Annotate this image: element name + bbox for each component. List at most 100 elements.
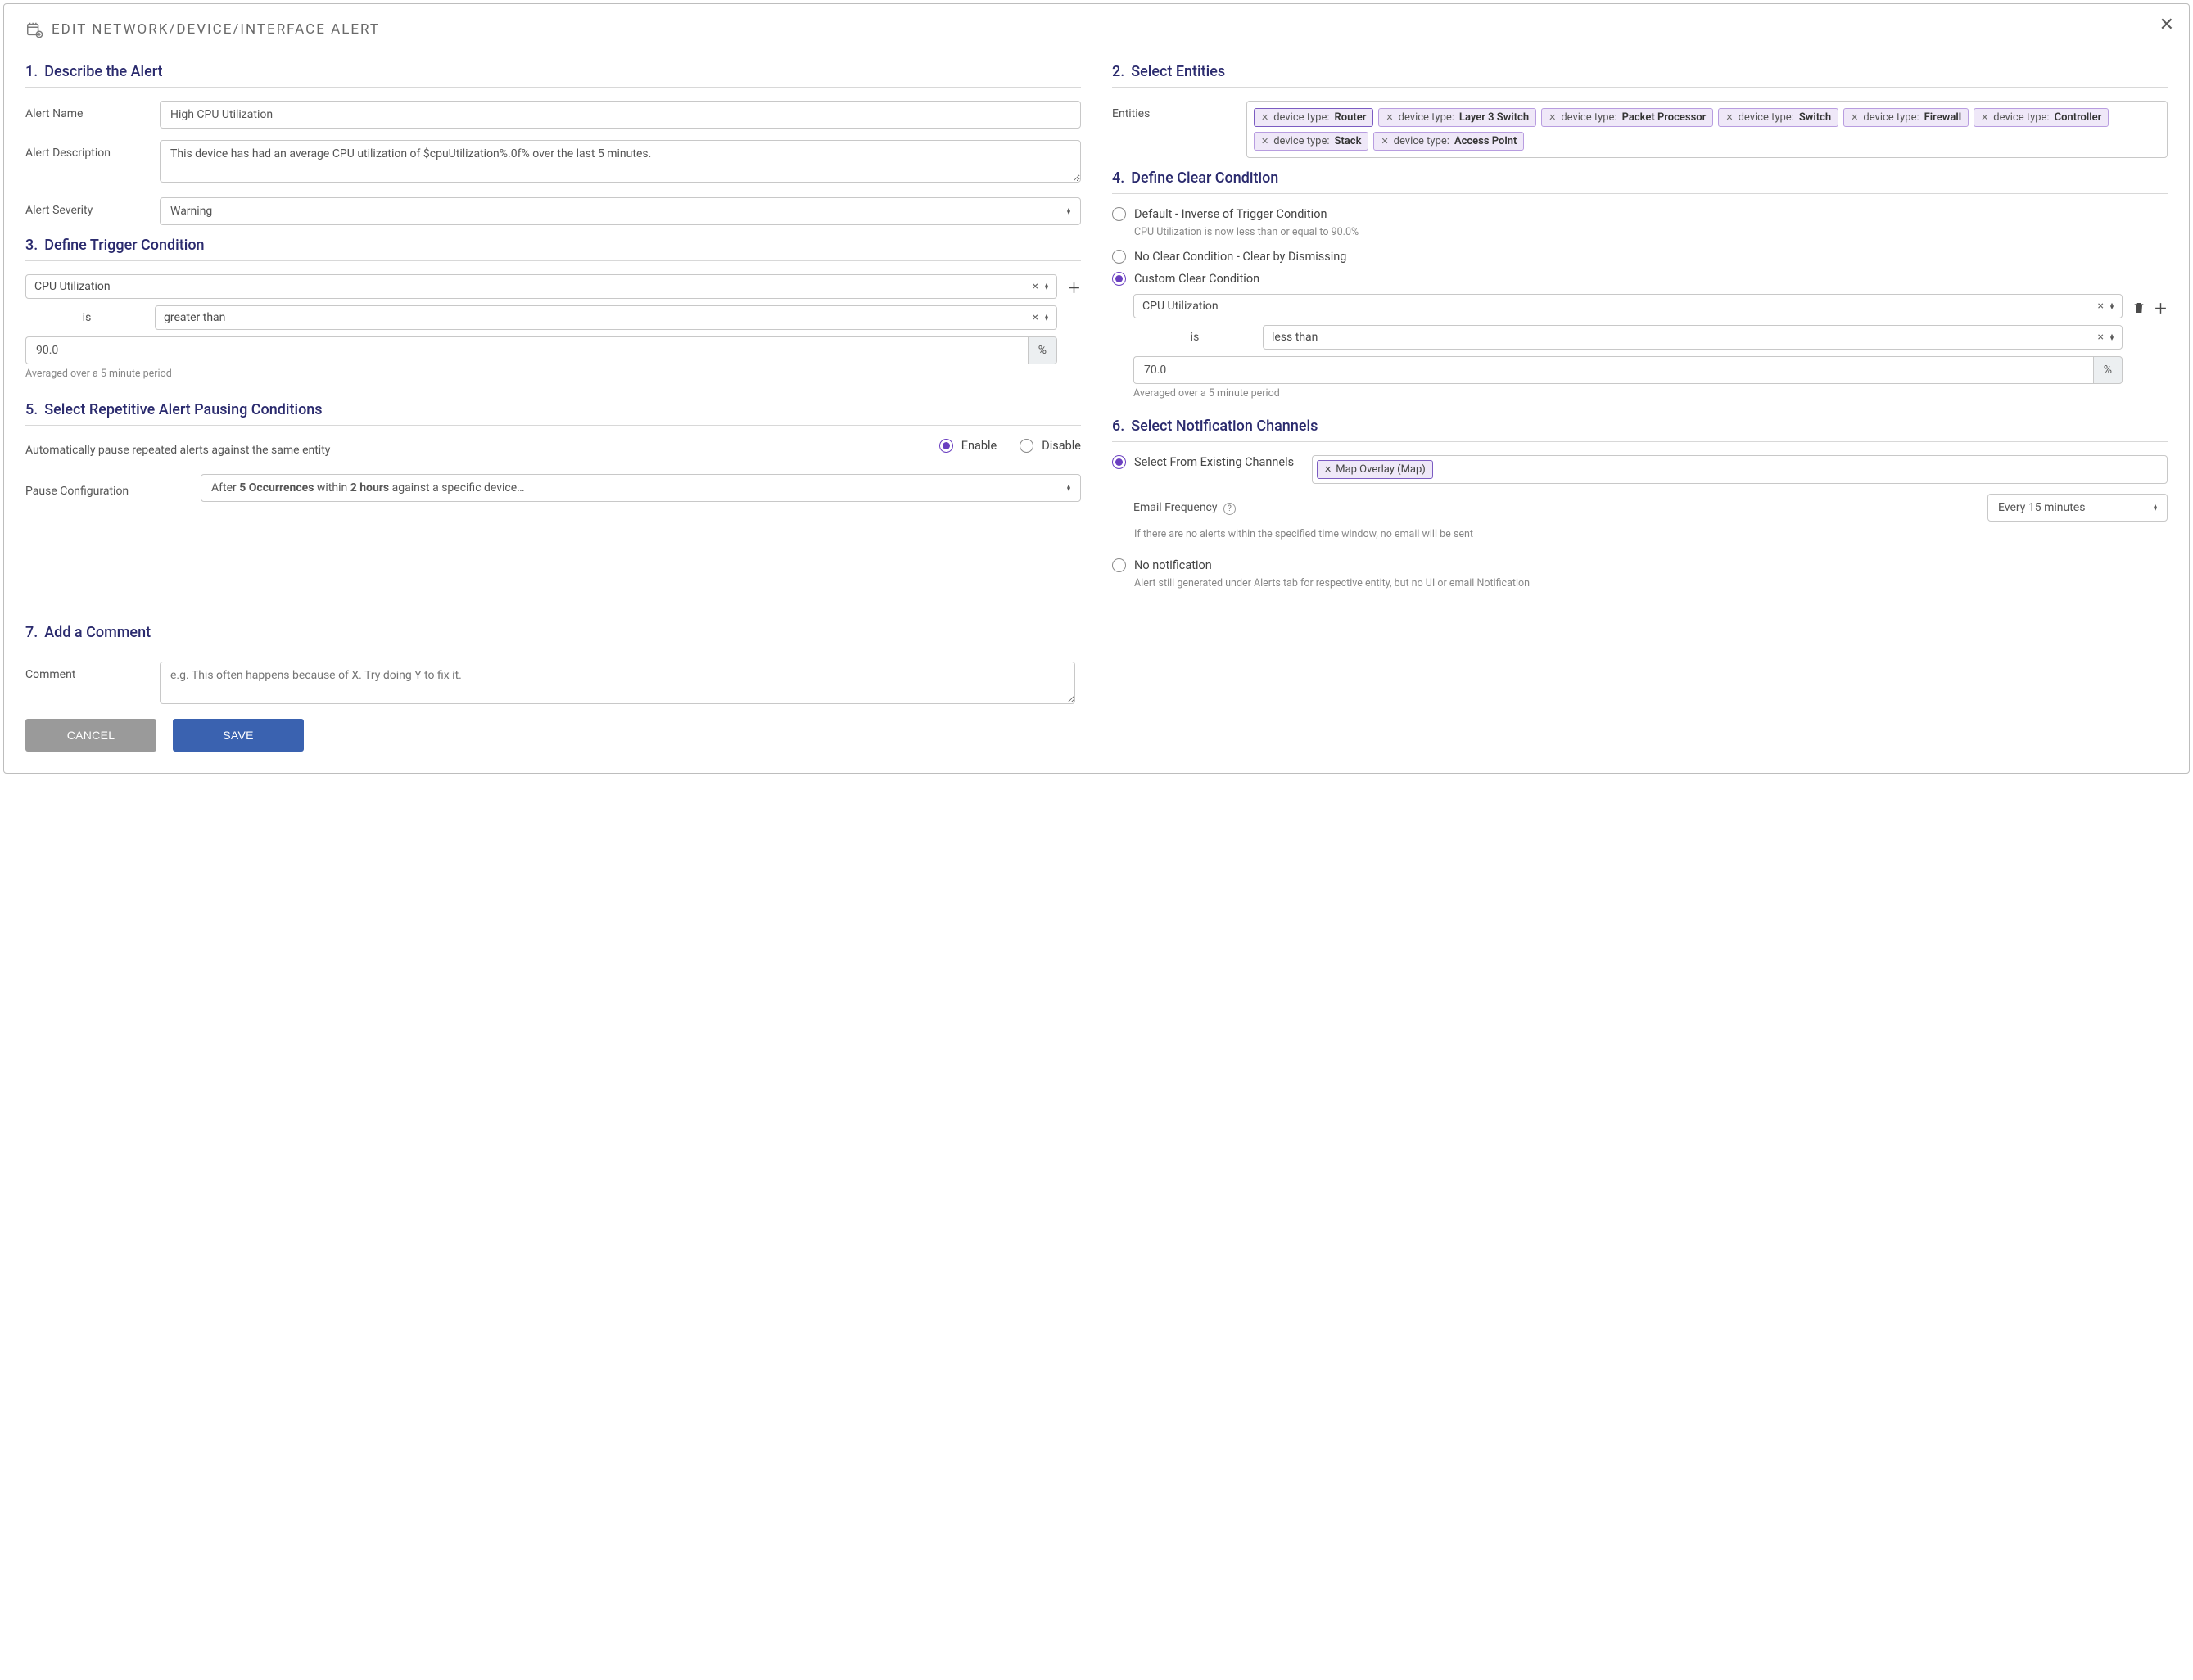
email-freq-value: Every 15 minutes [1998,501,2085,514]
section-4-text: Define Clear Condition [1131,169,1278,187]
clear-helper: Averaged over a 5 minute period [1133,387,2123,400]
remove-tag-icon[interactable]: ✕ [1261,112,1268,123]
trigger-metric-value: CPU Utilization [34,280,111,293]
section-2-text: Select Entities [1131,63,1225,80]
section-3-text: Define Trigger Condition [44,237,204,254]
remove-tag-icon[interactable]: ✕ [1981,112,1988,123]
help-icon[interactable]: ? [1223,503,1236,515]
notify-none-radio[interactable]: No notification [1112,558,2168,572]
clear-metric-select[interactable]: CPU Utilization × [1133,294,2123,318]
cancel-button[interactable]: CANCEL [25,719,156,752]
remove-tag-icon[interactable]: ✕ [1381,136,1388,147]
remove-tag-icon[interactable]: ✕ [1549,112,1556,123]
clear-default-sub: CPU Utilization is now less than or equa… [1134,226,2168,238]
entity-tag[interactable]: ✕device type: Stack [1254,132,1368,151]
clear-icon[interactable]: × [2098,300,2104,313]
clear-default-label: Default - Inverse of Trigger Condition [1134,207,1327,221]
pause-config-select[interactable]: After 5 Occurrences within 2 hours again… [201,474,1081,502]
trigger-metric-select[interactable]: CPU Utilization × [25,274,1057,299]
pause-disable-radio[interactable]: Disable [1020,439,1081,453]
entity-tag[interactable]: ✕device type: Access Point [1373,132,1524,151]
modal-header: EDIT NETWORK/DEVICE/INTERFACE ALERT [25,20,2168,38]
clear-is-label: is [1133,331,1256,344]
save-button[interactable]: SAVE [173,719,304,752]
add-condition-button[interactable] [1067,281,1081,299]
notify-existing-radio[interactable]: Select From Existing Channels [1112,455,1300,469]
remove-tag-icon[interactable]: ✕ [1725,112,1733,123]
caret-icon [1045,283,1048,290]
notify-existing-label: Select From Existing Channels [1134,455,1294,469]
section-7-title: 7.Add a Comment [25,624,1075,648]
pause-config-label: Pause Configuration [25,478,189,498]
entities-tags-box[interactable]: ✕device type: Router ✕device type: Layer… [1246,101,2168,158]
clear-operator-select[interactable]: less than × [1263,325,2123,350]
clear-operator-value: less than [1272,331,1318,344]
section-3-title: 3. Define Trigger Condition [25,237,1081,261]
calendar-plus-icon [25,20,43,38]
section-7-text: Add a Comment [44,624,151,641]
radio-icon [1112,558,1126,572]
radio-icon [1020,439,1033,453]
pause-disable-label: Disable [1042,439,1081,453]
pause-enable-label: Enable [961,439,997,453]
clear-unit: % [2093,356,2123,384]
section-2-title: 2. Select Entities [1112,63,2168,88]
clear-none-radio[interactable]: No Clear Condition - Clear by Dismissing [1112,250,2168,264]
alert-description-input[interactable]: This device has had an average CPU utili… [160,140,1081,183]
section-3-num: 3. [25,237,38,254]
add-condition-button[interactable] [2154,300,2168,319]
clear-icon[interactable]: × [1033,280,1038,293]
trigger-value-input[interactable] [25,336,1028,364]
close-button[interactable]: ✕ [2159,16,2174,34]
section-5-num: 5. [25,401,38,418]
entities-label: Entities [1112,101,1235,120]
radio-icon [1112,455,1126,469]
caret-icon [2154,504,2157,511]
section-6-text: Select Notification Channels [1131,418,1318,435]
clear-default-radio[interactable]: Default - Inverse of Trigger Condition [1112,207,2168,221]
section-1-num: 1. [25,63,38,80]
email-freq-select[interactable]: Every 15 minutes [1987,494,2168,522]
pause-enable-radio[interactable]: Enable [939,439,997,453]
remove-tag-icon[interactable]: ✕ [1261,136,1268,147]
comment-input[interactable] [160,662,1075,704]
remove-tag-icon[interactable]: ✕ [1386,112,1393,123]
trigger-operator-value: greater than [164,311,225,324]
clear-icon[interactable]: × [2098,331,2104,344]
notify-channels-box[interactable]: ✕ Map Overlay (Map) [1312,455,2168,484]
entity-tag[interactable]: ✕device type: Controller [1974,108,2109,127]
section-5-title: 5. Select Repetitive Alert Pausing Condit… [25,401,1081,426]
entity-tag[interactable]: ✕device type: Layer 3 Switch [1378,108,1536,127]
delete-condition-button[interactable] [2132,300,2146,319]
clear-custom-label: Custom Clear Condition [1134,272,1259,286]
remove-tag-icon[interactable]: ✕ [1851,112,1858,123]
edit-alert-modal: EDIT NETWORK/DEVICE/INTERFACE ALERT ✕ 1.… [3,3,2190,774]
section-5-text: Select Repetitive Alert Pausing Conditio… [44,401,322,418]
clear-icon[interactable]: × [1033,311,1038,324]
trigger-helper: Averaged over a 5 minute period [25,368,1057,380]
caret-icon [2110,334,2114,341]
alert-severity-select[interactable]: Warning [160,197,1081,225]
entity-tag[interactable]: ✕device type: Packet Processor [1541,108,1713,127]
section-2-num: 2. [1112,63,1124,80]
trigger-operator-select[interactable]: greater than × [155,305,1057,330]
section-4-title: 4.Define Clear Condition [1112,169,2168,194]
radio-icon [1112,272,1126,286]
clear-metric-value: CPU Utilization [1142,300,1219,313]
alert-severity-value: Warning [170,205,212,218]
alert-name-label: Alert Name [25,101,148,120]
clear-value-input[interactable] [1133,356,2093,384]
remove-tag-icon[interactable]: ✕ [1324,464,1332,475]
email-freq-helper: If there are no alerts within the specif… [1134,528,2168,540]
entity-tag[interactable]: ✕device type: Firewall [1843,108,1969,127]
alert-name-input[interactable] [160,101,1081,129]
entity-tag[interactable]: ✕device type: Switch [1718,108,1838,127]
radio-icon [1112,207,1126,221]
pause-auto-label: Automatically pause repeated alerts agai… [25,444,928,457]
caret-icon [1067,208,1070,215]
channel-tag[interactable]: ✕ Map Overlay (Map) [1317,460,1433,479]
section-6-num: 6. [1112,418,1124,435]
alert-description-label: Alert Description [25,140,148,160]
entity-tag[interactable]: ✕device type: Router [1254,108,1373,127]
clear-custom-radio[interactable]: Custom Clear Condition [1112,272,2168,286]
